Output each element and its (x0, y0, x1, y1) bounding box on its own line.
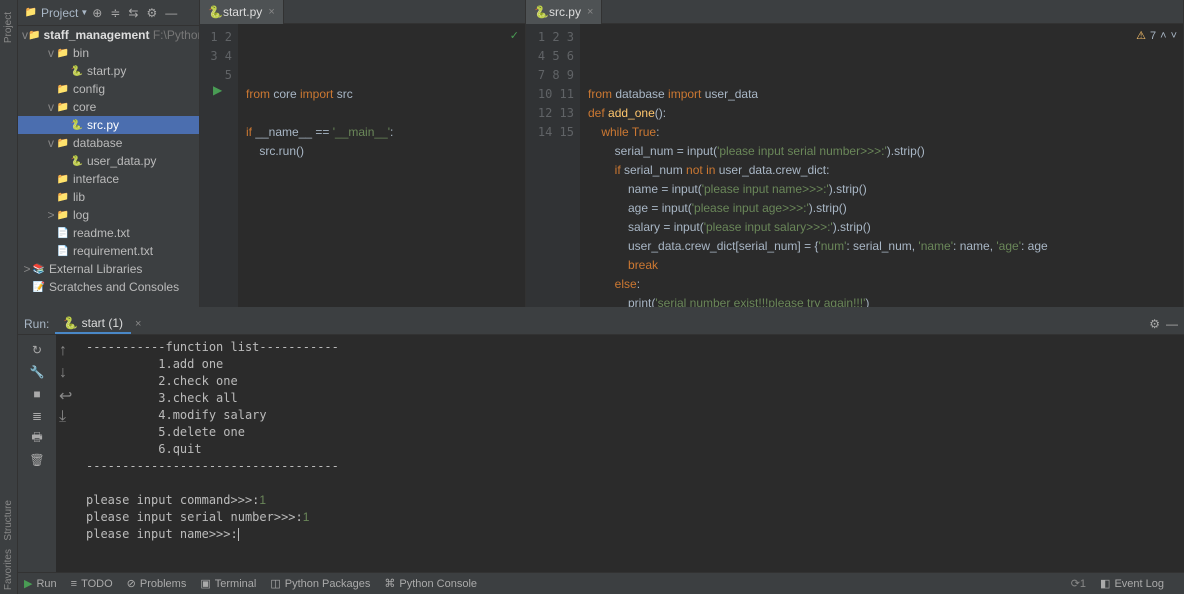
hide-icon[interactable]: — (165, 6, 177, 20)
tree-item[interactable]: v📁core (18, 98, 199, 116)
gutter-left: 1 2 3 4 5 (200, 24, 238, 307)
next-highlight-icon[interactable]: ˅ (1171, 27, 1177, 46)
editor-right: 🐍 src.py × 1 2 3 4 5 6 7 8 9 10 11 12 13… (526, 0, 1184, 307)
down-icon[interactable]: ↓ (59, 364, 75, 380)
layout-icon[interactable]: ≣ (29, 408, 45, 424)
tree-item[interactable]: 🐍start.py (18, 62, 199, 80)
event-log-button[interactable]: ◧ Event Log (1100, 577, 1164, 590)
console-output[interactable]: -----------function list----------- 1.ad… (78, 335, 1184, 572)
tree-item[interactable]: v📁bin (18, 44, 199, 62)
project-toolbar: 📁 Project▼ ⊕ ≑ ⇆ ⚙ — (18, 0, 199, 26)
rerun-icon[interactable]: ↻ (29, 342, 45, 358)
collapse-icon[interactable]: ≑ (110, 6, 120, 20)
project-tree[interactable]: 📁 Project▼ ⊕ ≑ ⇆ ⚙ — v📁staff_management … (18, 0, 200, 307)
warning-icon[interactable]: ⚠ (1136, 27, 1146, 46)
pypackages-tool-button[interactable]: ◫ Python Packages (270, 577, 370, 590)
tree-item[interactable]: 🐍src.py (18, 116, 199, 134)
scratches[interactable]: 📝Scratches and Consoles (18, 278, 199, 296)
wrench-icon[interactable]: 🔧 (29, 364, 45, 380)
expand-icon[interactable]: ⇆ (128, 6, 138, 20)
warning-count: 7 (1150, 27, 1156, 46)
close-tab-icon[interactable]: × (268, 6, 274, 18)
project-icon: 📁 (24, 6, 38, 20)
structure-tool-label[interactable]: Structure (3, 500, 14, 541)
favorites-tool-label[interactable]: Favorites (3, 549, 14, 590)
python-file-icon: 🐍 (534, 5, 549, 19)
tree-item[interactable]: 📁interface (18, 170, 199, 188)
run-label: Run: (24, 317, 49, 331)
editor-left: 🐍 start.py × 1 2 3 4 5 ✓ from core impor… (200, 0, 526, 307)
todo-tool-button[interactable]: ≡ TODO (71, 578, 113, 590)
tree-item[interactable]: 🐍user_data.py (18, 152, 199, 170)
problems-tool-button[interactable]: ⊘ Problems (127, 577, 187, 590)
run-tool-column-2: ↑ ↓ ↩ ⤓ (56, 335, 78, 572)
project-combo-label[interactable]: Project (41, 6, 78, 20)
run-settings-icon[interactable]: ⚙ (1149, 317, 1160, 331)
editor-tab-src[interactable]: 🐍 src.py × (526, 0, 602, 24)
scroll-end-icon[interactable]: ⤓ (59, 408, 75, 424)
tree-item[interactable]: >📁log (18, 206, 199, 224)
tree-item[interactable]: 📁lib (18, 188, 199, 206)
indexing-indicator: ⟳1 (1071, 577, 1086, 590)
delete-icon[interactable]: 🗑 (29, 452, 45, 468)
pyconsole-tool-button[interactable]: ⌘ Python Console (384, 577, 477, 590)
tree-item[interactable]: 📄requirement.txt (18, 242, 199, 260)
python-file-icon: 🐍 (63, 316, 78, 330)
editor-tab-start[interactable]: 🐍 start.py × (200, 0, 284, 24)
print-icon[interactable]: 🖶 (29, 430, 45, 446)
code-left[interactable]: ✓ from core import src if __name__ == '_… (238, 24, 525, 307)
check-ok-icon: ✓ (510, 27, 519, 46)
prev-highlight-icon[interactable]: ˄ (1160, 27, 1166, 46)
external-libraries[interactable]: >📚External Libraries (18, 260, 199, 278)
tree-item[interactable]: v📁database (18, 134, 199, 152)
hide-run-icon[interactable]: — (1166, 317, 1178, 331)
soft-wrap-icon[interactable]: ↩ (59, 386, 75, 402)
terminal-tool-button[interactable]: ▣ Terminal (200, 577, 256, 590)
locate-icon[interactable]: ⊕ (92, 6, 102, 20)
close-tab-icon[interactable]: × (587, 6, 593, 18)
left-tool-strip: Project Structure Favorites (0, 0, 18, 594)
code-right[interactable]: ⚠ 7 ˄ ˅ from database import user_datade… (580, 24, 1183, 307)
project-tool-label[interactable]: Project (3, 12, 14, 43)
run-config-tab[interactable]: 🐍 start (1) (55, 314, 131, 334)
settings-icon[interactable]: ⚙ (146, 6, 157, 20)
tab-label: src.py (549, 5, 581, 19)
up-icon[interactable]: ↑ (59, 342, 75, 358)
run-tool-column-1: ↻ 🔧 ■ ≣ 🖶 🗑 (18, 335, 56, 572)
tree-root[interactable]: v📁staff_management F:\Python (18, 26, 199, 44)
tree-item[interactable]: 📁config (18, 80, 199, 98)
run-tool-button[interactable]: ▶Run (24, 577, 57, 590)
close-run-tab-icon[interactable]: × (135, 318, 141, 330)
stop-icon[interactable]: ■ (29, 386, 45, 402)
tree-item[interactable]: 📄readme.txt (18, 224, 199, 242)
run-panel: Run: 🐍 start (1) × ⚙ — ↻ 🔧 ■ ≣ 🖶 🗑 ↑ (18, 307, 1184, 572)
status-bar: ▶Run ≡ TODO ⊘ Problems ▣ Terminal ◫ Pyth… (18, 572, 1184, 594)
gutter-right: 1 2 3 4 5 6 7 8 9 10 11 12 13 14 15 (526, 24, 580, 307)
gutter-run-icon[interactable]: ▶ (213, 81, 222, 100)
python-file-icon: 🐍 (208, 5, 223, 19)
tab-label: start.py (223, 5, 262, 19)
